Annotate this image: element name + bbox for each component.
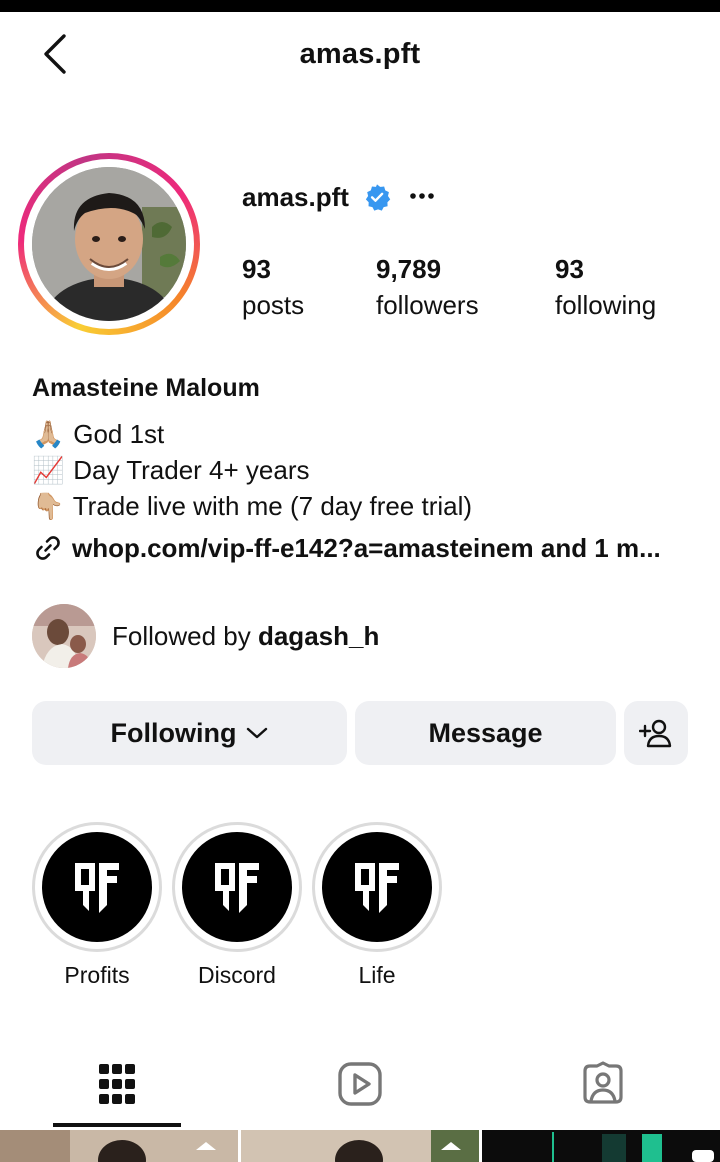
bio-line: 👇🏼 Trade live with me (7 day free trial) (32, 488, 472, 524)
avatar (32, 167, 186, 321)
bio-emoji: 👇🏼 (32, 491, 65, 521)
page-title: amas.pft (299, 38, 421, 70)
posts-count: 93 (242, 254, 271, 284)
profile-avatar-story-ring[interactable] (18, 153, 200, 335)
tab-posts-grid[interactable] (53, 1040, 181, 1128)
profile-tabs (0, 1040, 720, 1128)
bio-emoji: 📈 (32, 455, 65, 485)
bio-emoji: 🙏🏼 (32, 419, 65, 449)
stat-following[interactable]: 93 following (555, 252, 656, 324)
more-options-button[interactable] (409, 179, 435, 205)
highlight-label: Discord (198, 962, 276, 988)
story-highlight[interactable]: Profits (32, 822, 162, 989)
grid-icon (99, 1064, 135, 1104)
following-count: 93 (555, 254, 584, 284)
followed-by-text: Followed by dagash_h (112, 620, 380, 651)
active-tab-indicator (53, 1123, 181, 1127)
tab-tagged[interactable] (539, 1040, 667, 1128)
avatar-portrait-image (32, 167, 186, 321)
mutual-follower-avatar (32, 604, 96, 668)
posts-label: posts (242, 290, 305, 320)
username: amas.pft (242, 181, 349, 212)
highlight-cover (42, 832, 152, 942)
top-bar: amas.pft (0, 12, 720, 96)
stat-posts[interactable]: 93 posts (242, 252, 304, 324)
more-horizontal-icon (410, 193, 434, 199)
highlight-cover (322, 832, 432, 942)
post-thumbnail[interactable] (482, 1130, 720, 1162)
username-row: amas.pft (242, 180, 435, 214)
posts-grid (0, 1130, 720, 1162)
suggested-users-button[interactable] (624, 701, 688, 765)
story-highlight[interactable]: Life (312, 822, 442, 989)
verified-badge-icon (365, 184, 391, 211)
following-label: following (555, 290, 657, 320)
highlight-label: Profits (64, 962, 130, 988)
mutual-avatar-image (32, 604, 96, 668)
bio-line: 🙏🏼 God 1st (32, 416, 472, 452)
pf-logo-icon (215, 863, 259, 913)
followers-count: 9,789 (376, 254, 442, 284)
bio-link[interactable]: whop.com/vip-ff-e142?a=amasteinem and 1 … (32, 532, 692, 564)
full-name: Amasteine Maloum (32, 374, 260, 402)
mutual-followers[interactable]: Followed by dagash_h (32, 604, 379, 668)
post-thumbnail[interactable] (0, 1130, 238, 1162)
pf-logo-icon (355, 863, 399, 913)
pf-logo-icon (75, 863, 119, 913)
stat-followers[interactable]: 9,789 followers (376, 252, 479, 324)
reels-icon (338, 1062, 382, 1106)
followers-label: followers (376, 290, 479, 320)
chevron-down-icon (247, 727, 268, 739)
add-user-icon (639, 719, 672, 748)
message-button[interactable]: Message (355, 701, 616, 765)
story-highlight[interactable]: Discord (172, 822, 302, 989)
tab-reels[interactable] (296, 1040, 424, 1128)
bio-link-text: whop.com/vip-ff-e142?a=amasteinem and 1 … (72, 532, 661, 563)
mutual-follower-username: dagash_h (257, 620, 380, 651)
status-bar (0, 0, 720, 12)
following-button[interactable]: Following (32, 701, 347, 765)
bio: 🙏🏼 God 1st 📈 Day Trader 4+ years 👇🏼 Trad… (32, 416, 472, 524)
highlight-label: Life (358, 962, 396, 988)
highlight-cover (182, 832, 292, 942)
bio-line: 📈 Day Trader 4+ years (32, 452, 472, 488)
link-icon (36, 536, 60, 560)
tagged-icon (583, 1061, 623, 1104)
post-thumbnail[interactable] (241, 1130, 479, 1162)
